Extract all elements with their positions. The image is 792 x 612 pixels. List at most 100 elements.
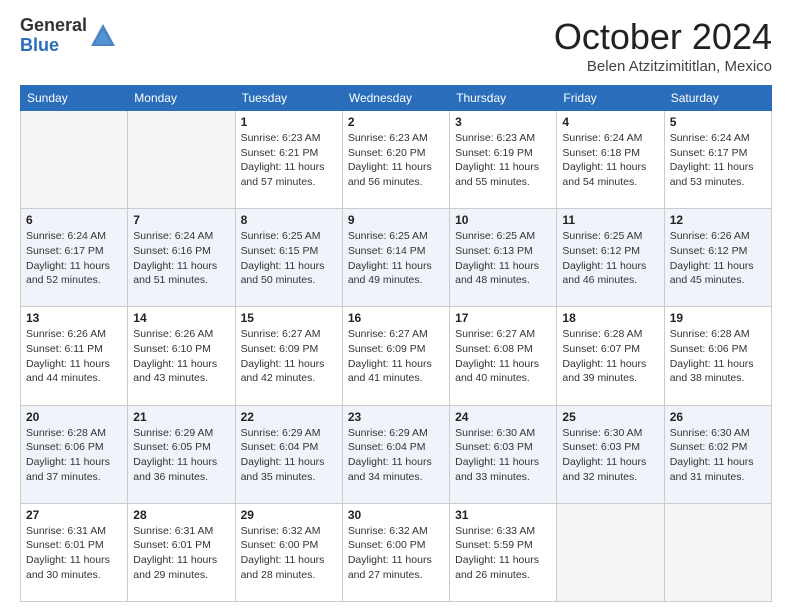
table-row: 28 Sunrise: 6:31 AM Sunset: 6:01 PM Dayli… [128,503,235,601]
day-info: Sunrise: 6:24 AM Sunset: 6:17 PM Dayligh… [26,229,122,288]
day-number: 18 [562,311,658,325]
day-number: 8 [241,213,337,227]
day-info: Sunrise: 6:24 AM Sunset: 6:16 PM Dayligh… [133,229,229,288]
table-row: 1 Sunrise: 6:23 AM Sunset: 6:21 PM Daylig… [235,111,342,209]
day-number: 28 [133,508,229,522]
table-row: 17 Sunrise: 6:27 AM Sunset: 6:08 PM Dayli… [450,307,557,405]
col-friday: Friday [557,86,664,111]
table-row: 21Sunrise: 6:29 AM Sunset: 6:05 PM Dayli… [128,405,235,503]
day-number: 1 [241,115,337,129]
table-row: 9Sunrise: 6:25 AM Sunset: 6:14 PM Daylig… [342,209,449,307]
day-info: Sunrise: 6:30 AM Sunset: 6:03 PM Dayligh… [455,426,551,485]
logo-text: General Blue [20,16,87,56]
col-sunday: Sunday [21,86,128,111]
page: General Blue October 2024 Belen Atzitzim… [0,0,792,612]
day-number: 24 [455,410,551,424]
day-number: 25 [562,410,658,424]
day-info: Sunrise: 6:25 AM Sunset: 6:15 PM Dayligh… [241,229,337,288]
table-row: 10Sunrise: 6:25 AM Sunset: 6:13 PM Dayli… [450,209,557,307]
calendar-week-row: 1 Sunrise: 6:23 AM Sunset: 6:21 PM Daylig… [21,111,772,209]
day-info: Sunrise: 6:27 AM Sunset: 6:09 PM Dayligh… [348,327,444,386]
day-number: 13 [26,311,122,325]
day-info: Sunrise: 6:26 AM Sunset: 6:11 PM Dayligh… [26,327,122,386]
day-info: Sunrise: 6:30 AM Sunset: 6:02 PM Dayligh… [670,426,766,485]
day-number: 31 [455,508,551,522]
day-number: 10 [455,213,551,227]
day-number: 27 [26,508,122,522]
col-tuesday: Tuesday [235,86,342,111]
table-row: 20Sunrise: 6:28 AM Sunset: 6:06 PM Dayli… [21,405,128,503]
table-row: 4Sunrise: 6:24 AM Sunset: 6:18 PM Daylig… [557,111,664,209]
header: General Blue October 2024 Belen Atzitzim… [20,16,772,75]
table-row: 24 Sunrise: 6:30 AM Sunset: 6:03 PM Dayli… [450,405,557,503]
day-number: 17 [455,311,551,325]
day-number: 26 [670,410,766,424]
day-info: Sunrise: 6:29 AM Sunset: 6:04 PM Dayligh… [348,426,444,485]
day-info: Sunrise: 6:31 AM Sunset: 6:01 PM Dayligh… [26,524,122,583]
day-info: Sunrise: 6:27 AM Sunset: 6:08 PM Dayligh… [455,327,551,386]
title-section: October 2024 Belen Atzitzimititlan, Mexi… [554,16,772,75]
table-row [557,503,664,601]
calendar-week-row: 13 Sunrise: 6:26 AM Sunset: 6:11 PM Dayli… [21,307,772,405]
day-number: 14 [133,311,229,325]
table-row [21,111,128,209]
calendar-table: Sunday Monday Tuesday Wednesday Thursday… [20,85,772,602]
table-row: 6Sunrise: 6:24 AM Sunset: 6:17 PM Daylig… [21,209,128,307]
calendar-week-row: 6Sunrise: 6:24 AM Sunset: 6:17 PM Daylig… [21,209,772,307]
logo-icon [89,22,117,50]
table-row: 22Sunrise: 6:29 AM Sunset: 6:04 PM Dayli… [235,405,342,503]
day-number: 30 [348,508,444,522]
calendar-week-row: 27 Sunrise: 6:31 AM Sunset: 6:01 PM Dayli… [21,503,772,601]
day-info: Sunrise: 6:32 AM Sunset: 6:00 PM Dayligh… [348,524,444,583]
day-number: 5 [670,115,766,129]
day-number: 20 [26,410,122,424]
table-row: 27 Sunrise: 6:31 AM Sunset: 6:01 PM Dayli… [21,503,128,601]
day-number: 3 [455,115,551,129]
col-wednesday: Wednesday [342,86,449,111]
table-row: 13 Sunrise: 6:26 AM Sunset: 6:11 PM Dayli… [21,307,128,405]
table-row: 31 Sunrise: 6:33 AM Sunset: 5:59 PM Dayli… [450,503,557,601]
day-number: 16 [348,311,444,325]
day-info: Sunrise: 6:23 AM Sunset: 6:20 PM Dayligh… [348,131,444,190]
table-row: 25Sunrise: 6:30 AM Sunset: 6:03 PM Dayli… [557,405,664,503]
day-number: 15 [241,311,337,325]
table-row: 30 Sunrise: 6:32 AM Sunset: 6:00 PM Dayli… [342,503,449,601]
day-number: 11 [562,213,658,227]
table-row: 19Sunrise: 6:28 AM Sunset: 6:06 PM Dayli… [664,307,771,405]
day-number: 9 [348,213,444,227]
table-row: 2 Sunrise: 6:23 AM Sunset: 6:20 PM Daylig… [342,111,449,209]
calendar-week-row: 20Sunrise: 6:28 AM Sunset: 6:06 PM Dayli… [21,405,772,503]
day-number: 23 [348,410,444,424]
col-monday: Monday [128,86,235,111]
day-info: Sunrise: 6:31 AM Sunset: 6:01 PM Dayligh… [133,524,229,583]
day-info: Sunrise: 6:26 AM Sunset: 6:12 PM Dayligh… [670,229,766,288]
day-info: Sunrise: 6:25 AM Sunset: 6:12 PM Dayligh… [562,229,658,288]
day-info: Sunrise: 6:28 AM Sunset: 6:07 PM Dayligh… [562,327,658,386]
logo-blue: Blue [20,36,87,56]
logo-general: General [20,16,87,36]
table-row: 12 Sunrise: 6:26 AM Sunset: 6:12 PM Dayli… [664,209,771,307]
day-info: Sunrise: 6:23 AM Sunset: 6:19 PM Dayligh… [455,131,551,190]
day-number: 12 [670,213,766,227]
day-info: Sunrise: 6:27 AM Sunset: 6:09 PM Dayligh… [241,327,337,386]
table-row: 3 Sunrise: 6:23 AM Sunset: 6:19 PM Daylig… [450,111,557,209]
table-row: 14Sunrise: 6:26 AM Sunset: 6:10 PM Dayli… [128,307,235,405]
day-info: Sunrise: 6:29 AM Sunset: 6:04 PM Dayligh… [241,426,337,485]
day-number: 19 [670,311,766,325]
table-row: 7Sunrise: 6:24 AM Sunset: 6:16 PM Daylig… [128,209,235,307]
day-info: Sunrise: 6:23 AM Sunset: 6:21 PM Dayligh… [241,131,337,190]
table-row: 16 Sunrise: 6:27 AM Sunset: 6:09 PM Dayli… [342,307,449,405]
day-number: 29 [241,508,337,522]
day-info: Sunrise: 6:24 AM Sunset: 6:18 PM Dayligh… [562,131,658,190]
day-info: Sunrise: 6:33 AM Sunset: 5:59 PM Dayligh… [455,524,551,583]
logo: General Blue [20,16,117,56]
table-row [128,111,235,209]
table-row: 26 Sunrise: 6:30 AM Sunset: 6:02 PM Dayli… [664,405,771,503]
day-number: 21 [133,410,229,424]
month-title: October 2024 [554,16,772,58]
day-info: Sunrise: 6:32 AM Sunset: 6:00 PM Dayligh… [241,524,337,583]
location: Belen Atzitzimititlan, Mexico [554,58,772,75]
table-row [664,503,771,601]
day-number: 2 [348,115,444,129]
table-row: 29 Sunrise: 6:32 AM Sunset: 6:00 PM Dayli… [235,503,342,601]
